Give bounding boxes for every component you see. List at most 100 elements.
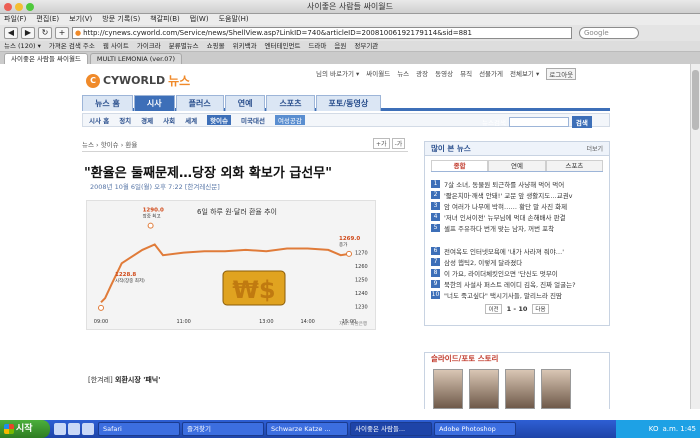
news-search-input[interactable] [508, 117, 569, 127]
rank-badge: 6 [431, 246, 440, 255]
tab-overall[interactable]: 종합 [431, 160, 489, 171]
list-item[interactable]: 7 삼성 햅틱2, 이렇게 달라졌다 [431, 256, 603, 267]
sub-nav-item[interactable]: 정치 [119, 115, 131, 125]
photo-thumbnail[interactable] [505, 369, 535, 409]
menu-view[interactable]: 보기(V) [69, 14, 92, 25]
list-item[interactable]: 2 '짧은치마·깨색 안돼!' 교문 앞 생활지도…교권v [431, 189, 603, 200]
top-link[interactable]: 뉴스 [397, 68, 409, 80]
list-item[interactable]: 4 '저녀 인서이전' 뉴부님에 먹대 손해배사 판결 [431, 212, 603, 223]
menu-edit[interactable]: 편집(E) [36, 14, 59, 25]
list-item[interactable]: 8 이 가요, 라이더체킷인으면 '단신도 멋부이 [431, 268, 603, 279]
sub-nav-item[interactable]: 미국대선 [241, 115, 265, 125]
sub-nav-item[interactable]: 시사 홈 [89, 115, 109, 125]
top-link[interactable]: 뮤직 [460, 68, 472, 80]
reload-button[interactable]: ↻ [38, 27, 52, 39]
list-item-title: 셀프 주유하다 번개 맞는 남자, 꺼번 포착 [444, 225, 555, 234]
chart-svg: 6일 하루 원·달러 환율 추이 ₩$ 09:00 11:00 13:00 14:00… [94, 207, 368, 327]
zoom-icon[interactable] [26, 3, 34, 11]
taskbar-item[interactable]: Adobe Photoshop [434, 422, 516, 436]
top-link[interactable]: 동영상 [435, 68, 453, 80]
start-label: 시작 [16, 424, 33, 434]
close-icon[interactable] [4, 3, 12, 11]
nav-tab-photo-video[interactable]: 포토/동영상 [315, 95, 382, 111]
taskbar-item[interactable]: Safari [98, 422, 180, 436]
nav-tab-entertainment[interactable]: 연예 [224, 95, 266, 111]
top-link[interactable]: 선물가게 [479, 68, 503, 80]
address-bar[interactable]: ● http://cynews.cyworld.com/Service/news… [72, 27, 572, 39]
bookmark-item[interactable]: 웹 사이트 [103, 41, 129, 51]
bookmark-item[interactable]: 음원 [334, 41, 346, 51]
bookmark-item[interactable]: 정부기관 [354, 41, 378, 51]
popular-more-link[interactable]: 더보기 [586, 144, 603, 153]
bookmark-item[interactable]: 분류별뉴스 [169, 41, 199, 51]
list-item[interactable]: 5 셀프 주유하다 번개 맞는 남자, 꺼번 포착 [431, 223, 603, 234]
logout-button[interactable]: 로그아웃 [546, 68, 577, 80]
photo-thumbnail[interactable] [541, 369, 571, 409]
page-range: 1 - 10 [506, 305, 528, 314]
sub-nav-badge[interactable]: 여성공감 [274, 115, 305, 125]
top-link[interactable]: 님의 바로가기 ▾ [316, 68, 359, 80]
bookmark-item[interactable]: 위키백과 [233, 41, 257, 51]
y-tick-label: 1260 [355, 264, 368, 270]
language-indicator[interactable]: KO [649, 425, 659, 433]
bookmark-item[interactable]: 엔터테인먼트 [265, 41, 301, 51]
top-link[interactable]: 싸이월드 [366, 68, 390, 80]
sub-nav-item-selected[interactable]: 핫이슈 [207, 115, 232, 125]
site-logo[interactable]: C CYWORLD 뉴스 [86, 72, 190, 89]
annotation-point [147, 222, 154, 229]
sub-nav-item[interactable]: 사회 [163, 115, 175, 125]
font-bigger-button[interactable]: +가 [373, 138, 390, 149]
tab-cyworld[interactable]: 사이좋은 사람들 싸이월드 [4, 53, 88, 64]
menu-bar: 파일(F) 편집(E) 보기(V) 방문 기록(S) 책갈피(B) 탭(W) 도… [0, 14, 700, 25]
menu-help[interactable]: 도움말(H) [219, 14, 249, 25]
scrollbar-thumb[interactable] [692, 70, 699, 130]
bookmark-item[interactable]: 쇼핑몰 [207, 41, 225, 51]
next-page-button[interactable]: 다음 [532, 304, 549, 315]
photo-thumbnail[interactable] [469, 369, 499, 409]
top-link[interactable]: 전체보기 ▾ [510, 68, 539, 80]
list-item[interactable]: 3 암 여러가 나무에 박혀…… 황단 말 사진 화제 [431, 200, 603, 211]
minimize-icon[interactable] [15, 3, 23, 11]
bookmark-item[interactable]: 가져온 검색 주소 [49, 41, 95, 51]
rank-badge: 3 [431, 201, 440, 210]
tab-sports[interactable]: 스포츠 [545, 160, 603, 171]
quick-launch-icon[interactable] [82, 423, 94, 435]
list-item[interactable]: 10 "너도 죽고싶다" 택시기사들, 말리느라 진땀 [431, 290, 603, 301]
nav-tab-news-home[interactable]: 뉴스 홈 [82, 95, 133, 111]
menu-file[interactable]: 파일(F) [4, 14, 26, 25]
tab-entertainment[interactable]: 연예 [488, 160, 546, 171]
nav-tab-current-affairs[interactable]: 시사 [133, 95, 175, 111]
quick-launch-icon[interactable] [54, 423, 66, 435]
add-bookmark-button[interactable]: + [55, 27, 69, 39]
window-titlebar: 사이좋은 사람들 싸이월드 [0, 0, 700, 14]
sub-nav-item[interactable]: 세계 [185, 115, 197, 125]
list-item[interactable]: 9 북한의 사설사 퍼스트 레이디 김옥, 진짜 얼굴는? [431, 279, 603, 290]
search-input[interactable]: Google [579, 27, 639, 39]
taskbar-item[interactable]: 즐겨찾기 [182, 422, 264, 436]
menu-bookmarks[interactable]: 책갈피(B) [150, 14, 180, 25]
list-item[interactable]: 1 7살 소녀, 동물원 퇴근하를 사냥해 먹어 먹어 [431, 178, 603, 189]
news-search-button[interactable]: 검색 [571, 116, 592, 128]
menu-tabs[interactable]: 탭(W) [190, 14, 209, 25]
tab-lemonia[interactable]: MULTI LEMONIA (ver.07) [89, 53, 183, 64]
bookmark-item[interactable]: 드라마 [308, 41, 326, 51]
back-button[interactable]: ◀ [4, 27, 18, 39]
taskbar-item[interactable]: Schwarze Katze ... [266, 422, 348, 436]
vertical-scrollbar[interactable] [690, 64, 700, 409]
bookmark-item[interactable]: 뉴스 (120) ▾ [4, 41, 41, 51]
nav-tab-sports[interactable]: 스포츠 [266, 95, 315, 111]
sub-nav-item[interactable]: 경제 [141, 115, 153, 125]
start-button[interactable]: 시작 [0, 420, 50, 438]
nav-tab-plus[interactable]: 플러스 [175, 95, 224, 111]
quick-launch-icon[interactable] [68, 423, 80, 435]
forward-button[interactable]: ▶ [21, 27, 35, 39]
top-link[interactable]: 광장 [416, 68, 428, 80]
taskbar-item-active[interactable]: 사이좋은 사람들... [350, 422, 432, 436]
font-smaller-button[interactable]: -가 [391, 138, 406, 149]
photo-thumbnail[interactable] [433, 369, 463, 409]
list-item[interactable]: 6 전여옥도 인터넷모욕에 '내가 사라져 줘야…' [431, 245, 603, 256]
prev-page-button[interactable]: 이전 [485, 304, 502, 315]
menu-history[interactable]: 방문 기록(S) [102, 14, 140, 25]
exchange-rate-chart: 6일 하루 원·달러 환율 추이 ₩$ 09:00 11:00 13:00 14:00… [86, 200, 376, 330]
bookmark-item[interactable]: 가이크라 [137, 41, 161, 51]
